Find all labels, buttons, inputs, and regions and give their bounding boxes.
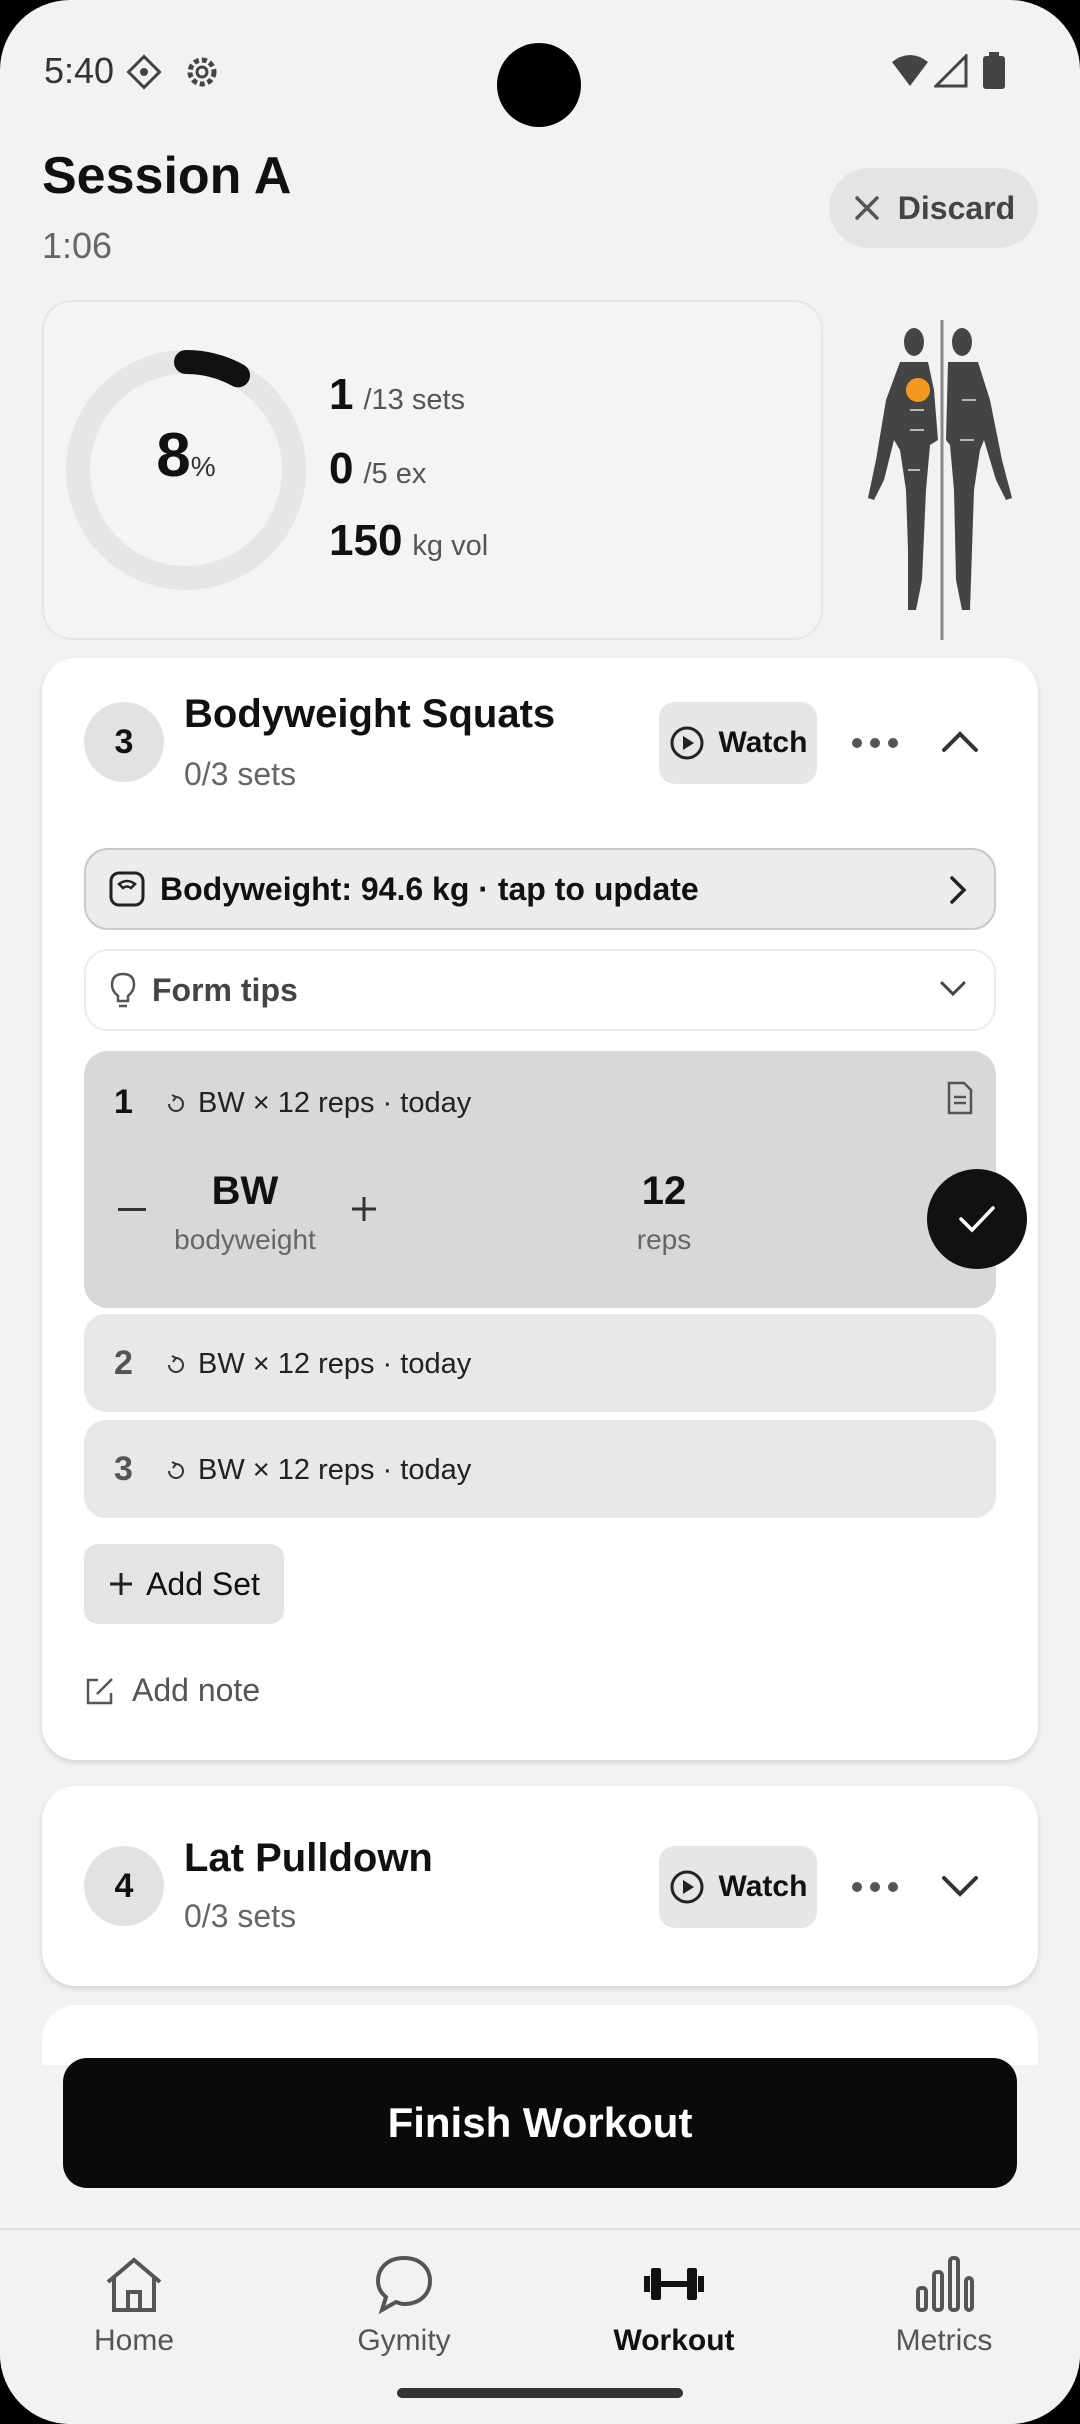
dumbbell-icon [644,2268,704,2300]
chat-bubble-icon [375,2255,433,2314]
chevron-down-icon[interactable] [940,1872,980,1902]
camera-cutout [497,43,581,127]
watch-button[interactable]: Watch [659,1846,817,1928]
edit-note-icon [86,1677,113,1704]
chevron-right-icon [950,876,967,904]
chest-highlight [906,378,930,402]
nav-workout[interactable]: Workout [574,2254,774,2358]
exercise-name: Lat Pulldown [184,1836,433,1880]
session-summary-card: 8% 1 /13 sets 0 /5 ex 150 kg vol [42,300,823,640]
bodyweight-update-button[interactable]: Bodyweight: 94.6 kg · tap to update [84,848,996,930]
finish-workout-button[interactable]: Finish Workout [63,2058,1017,2188]
home-icon [106,2257,162,2312]
exercise-number: 3 [84,702,164,782]
exercises-stat: 0 /5 ex [329,444,427,493]
chevron-down-icon [940,981,966,997]
document-icon[interactable] [946,1081,974,1115]
nav-metrics[interactable]: Metrics [844,2254,1044,2358]
muscle-map-figure [868,320,1012,640]
bar-chart-icon [916,2256,974,2312]
session-title: Session A [42,147,292,205]
nav-gymity[interactable]: Gymity [304,2254,504,2358]
sets-stat: 1 /13 sets [329,370,466,419]
set-row[interactable]: 3 BW × 12 reps · today [84,1420,996,1518]
history-icon [168,1093,184,1112]
screen: 5:40 Session A 1:06 Discard 8% 1 /13 set… [0,0,1080,2424]
weight-decrement-button[interactable] [118,1207,146,1213]
settings-gear-icon [187,57,217,87]
lightbulb-icon [110,972,136,1008]
watch-button[interactable]: Watch [659,702,817,784]
exercise-number: 4 [84,1846,164,1926]
previous-set-info: BW × 12 reps · today [166,1087,471,1120]
form-tips-toggle[interactable]: Form tips [84,949,996,1031]
plus-icon [110,1573,133,1595]
session-timer: 1:06 [42,225,113,266]
exercise-card-lat-pulldown[interactable]: 4 Lat Pulldown 0/3 sets Watch [42,1786,1038,1986]
gesture-handle [397,2388,683,2398]
volume-stat: 150 kg vol [329,516,489,565]
next-card-peek [42,2005,1038,2065]
more-options-icon[interactable] [852,1882,898,1892]
exercise-progress: 0/3 sets [184,756,297,792]
weight-increment-button[interactable] [350,1195,378,1223]
set-row-active: 1 BW × 12 reps · today BW bodyweight 12 … [84,1051,1027,1308]
discard-button[interactable]: Discard [829,168,1038,248]
discard-label: Discard [897,189,1016,226]
wifi-icon [892,55,928,86]
play-circle-icon [670,726,704,760]
exercise-card-bodyweight-squats: 3 Bodyweight Squats 0/3 sets Watch Bodyw… [42,658,1038,1760]
add-note-button[interactable]: Add note [84,1672,260,1709]
status-time: 5:40 [44,50,115,91]
checkmark-icon [959,1206,995,1233]
set-row[interactable]: 2 BW × 12 reps · today [84,1314,996,1412]
set-number: 1 [114,1083,133,1121]
exercise-progress: 0/3 sets [184,1898,297,1934]
chevron-up-icon[interactable] [940,726,980,756]
complete-set-button[interactable] [927,1169,1027,1269]
add-set-button[interactable]: Add Set [84,1544,284,1624]
nav-home[interactable]: Home [34,2254,234,2358]
play-circle-icon [670,1870,704,1904]
history-icon [168,1460,184,1479]
cell-signal-icon [934,54,968,88]
close-icon [855,196,879,220]
history-icon [168,1354,184,1373]
weight-value[interactable]: BW bodyweight [170,1169,320,1256]
more-options-icon[interactable] [852,738,898,748]
scale-icon [109,871,145,907]
exercise-name: Bodyweight Squats [184,692,556,736]
battery-icon [983,52,1005,89]
diamond-icon [126,54,162,90]
progress-percent: 8% [156,421,216,490]
reps-value[interactable]: 12 reps [604,1169,724,1256]
